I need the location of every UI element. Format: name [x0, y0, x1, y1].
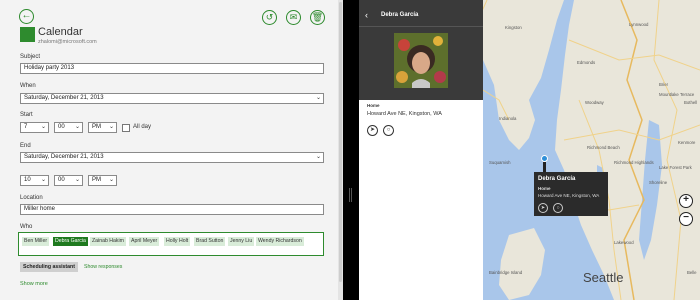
contact-card-header: ‹ Debra García — [359, 0, 483, 100]
attendee-chip[interactable]: Ben Miller — [22, 237, 50, 246]
contact-name: Debra García — [381, 12, 419, 18]
calendar-pane: ← ↺ ✉ 🗑 Calendar zhalomi@microsoft.com S… — [0, 0, 343, 300]
chevron-down-icon: ⌄ — [40, 124, 46, 130]
attendee-chip[interactable]: Zainab Hakim — [90, 237, 127, 246]
start-hour-value: 7 — [24, 124, 28, 130]
map-label-richmond-highlands: Richmond Highlands — [614, 160, 654, 165]
chevron-down-icon: ⌄ — [108, 177, 114, 183]
popup-pointer — [543, 162, 546, 172]
end-hour-select[interactable]: 10 ⌄ — [20, 175, 49, 186]
end-date-select[interactable]: Saturday, December 21, 2013 ⌄ — [20, 152, 324, 163]
map-label-lynnwood: Lynnwood — [629, 22, 649, 27]
map-label-bellevue: Belle — [687, 270, 697, 275]
divider — [359, 26, 483, 27]
when-label: When — [20, 83, 36, 89]
popup-address: Howard Ave NE, Kingston, WA — [538, 193, 600, 198]
contact-card: ‹ Debra García Home Howard Ave NE, Kings… — [359, 0, 483, 300]
share-icon[interactable]: ○ — [553, 203, 563, 213]
end-minute-select[interactable]: 00 ⌄ — [54, 175, 83, 186]
start-label: Start — [20, 112, 33, 118]
chevron-down-icon: ⌄ — [40, 177, 46, 183]
splitter-grip-icon[interactable] — [349, 188, 352, 202]
attendee-chip[interactable]: April Meyer — [129, 237, 160, 246]
location-input[interactable]: Miller home — [20, 204, 324, 215]
app-title: Calendar — [38, 26, 83, 38]
map-city-label: Seattle — [583, 270, 624, 285]
show-more-link[interactable]: Show more — [20, 281, 48, 287]
end-minute-value: 00 — [58, 177, 65, 183]
attendee-chip[interactable]: Holly Holt — [164, 237, 191, 246]
account-email: zhalomi@microsoft.com — [38, 39, 97, 45]
map-location-pin-icon[interactable] — [541, 155, 548, 162]
back-chevron-icon[interactable]: ‹ — [365, 10, 368, 20]
app-splitter[interactable] — [343, 0, 359, 300]
map-label-bothell: Bothell — [684, 100, 698, 105]
when-date-value: Saturday, December 21, 2013 — [24, 95, 104, 101]
start-hour-select[interactable]: 7 ⌄ — [20, 122, 49, 133]
back-arrow-icon[interactable]: ← — [19, 9, 34, 24]
all-day-label: All day — [133, 124, 152, 130]
zoom-in-button[interactable]: + — [679, 194, 693, 208]
map-label-edmonds: Edmonds — [577, 60, 596, 65]
home-label: Home — [367, 103, 380, 108]
scheduling-assistant-button[interactable]: Scheduling assistant — [20, 262, 78, 272]
send-icon[interactable]: ✉ — [286, 10, 301, 25]
attendee-chip-selected[interactable]: Debra Garcia — [53, 237, 88, 246]
attendee-chip[interactable]: Jenny Liu — [228, 237, 255, 246]
delete-icon[interactable]: 🗑 — [310, 10, 325, 25]
start-ampm-value: PM — [92, 124, 101, 130]
map-label-lake-forest-park: Lake Forest Park — [659, 165, 692, 170]
home-address[interactable]: Howard Ave NE, Kingston, WA — [367, 111, 442, 117]
chevron-down-icon: ⌄ — [74, 124, 80, 130]
map-label-kenmore: Kenmore — [678, 140, 696, 145]
who-label: Who — [20, 224, 33, 230]
location-label: Location — [20, 195, 43, 201]
end-ampm-select[interactable]: PM ⌄ — [88, 175, 117, 186]
chevron-down-icon: ⌄ — [315, 95, 321, 101]
calendar-color-square[interactable] — [20, 27, 35, 42]
directions-icon[interactable]: ➤ — [538, 203, 548, 213]
popup-name[interactable]: Debra García — [538, 176, 575, 182]
map-label-shoreline: Shoreline — [649, 180, 668, 185]
chevron-down-icon: ⌄ — [74, 177, 80, 183]
map-label-brier: Brier — [659, 82, 669, 87]
map-label-mountlake-terrace: Mountlake Terrace — [659, 92, 695, 97]
map-label-woodway: Woodway — [585, 100, 604, 105]
when-date-select[interactable]: Saturday, December 21, 2013 ⌄ — [20, 93, 324, 104]
save-icon[interactable]: ↺ — [262, 10, 277, 25]
subject-label: Subject — [20, 54, 41, 60]
map-label-bainbridge-island: Bainbridge Island — [489, 270, 523, 275]
directions-icon[interactable]: ➤ — [367, 125, 378, 136]
map-label-kingston: Kingston — [505, 25, 522, 30]
attendees-box[interactable]: Ben Miller Debra Garcia Zainab Hakim Apr… — [18, 232, 324, 256]
show-responses-link[interactable]: Show responses — [84, 264, 122, 270]
all-day-checkbox[interactable] — [122, 124, 130, 132]
zoom-out-button[interactable]: − — [679, 212, 693, 226]
map-label-richmond-beach: Richmond Beach — [587, 145, 620, 150]
start-minute-value: 00 — [58, 124, 65, 130]
chevron-down-icon: ⌄ — [315, 154, 321, 160]
map-label-suquamish: Suquamish — [489, 160, 511, 165]
map-label-lakewood: Lakewood — [614, 240, 634, 245]
end-label: End — [20, 143, 31, 149]
start-minute-select[interactable]: 00 ⌄ — [54, 122, 83, 133]
end-ampm-value: PM — [92, 177, 101, 183]
popup-home-label: Home — [538, 186, 551, 191]
end-date-value: Saturday, December 21, 2013 — [24, 154, 104, 160]
attendee-chip[interactable]: Wendy Richardson — [256, 237, 304, 246]
scrollbar-thumb[interactable] — [339, 2, 342, 282]
subject-input[interactable]: Holiday party 2013 — [20, 63, 324, 74]
start-ampm-select[interactable]: PM ⌄ — [88, 122, 117, 133]
map-contact-popup[interactable]: Debra García Home Howard Ave NE, Kingsto… — [534, 172, 608, 216]
end-hour-value: 10 — [24, 177, 31, 183]
chevron-down-icon: ⌄ — [108, 124, 114, 130]
attendee-chip[interactable]: Brad Sutton — [194, 237, 226, 246]
contact-photo — [394, 33, 448, 88]
share-icon[interactable]: ○ — [383, 125, 394, 136]
map-label-indianola: Indianola — [499, 116, 517, 121]
